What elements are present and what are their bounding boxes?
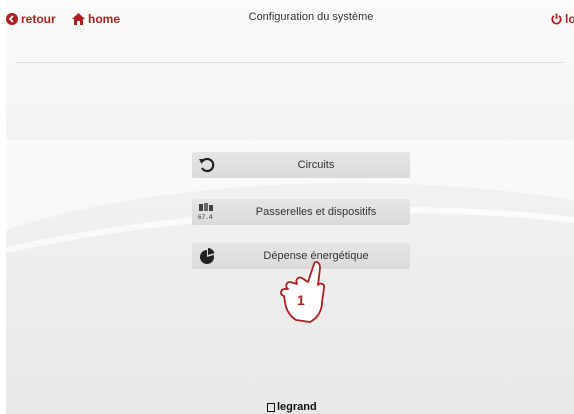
home-button[interactable]: home — [72, 11, 120, 27]
screen: retour home Configuration du système log… — [6, 0, 574, 414]
logout-label: logou — [565, 12, 574, 26]
gateways-devices-label: Passerelles et dispositifs — [255, 206, 377, 218]
device-readout: 67.4 — [198, 214, 213, 221]
pie-chart-icon — [200, 248, 215, 264]
logo-square-icon — [267, 402, 275, 412]
back-label: retour — [21, 12, 56, 26]
circuits-button[interactable]: Circuits — [192, 152, 410, 178]
back-arrow-icon — [6, 13, 18, 25]
logo-text: legrand — [277, 401, 317, 413]
logout-button[interactable]: logou — [551, 11, 574, 27]
gateways-devices-button[interactable]: 67.4 Passerelles et dispositifs — [192, 199, 410, 225]
top-bar: retour home Configuration du système log… — [6, 0, 574, 40]
home-icon — [72, 13, 85, 25]
pointing-hand-icon: 1 — [280, 261, 326, 323]
power-icon — [551, 13, 562, 25]
gateway-device-icon: 67.4 — [198, 203, 213, 221]
circuits-label: Circuits — [297, 159, 335, 171]
legrand-logo: legrand — [267, 400, 317, 414]
step-number: 1 — [297, 292, 305, 308]
page-title: Configuration du système — [248, 11, 374, 23]
home-label: home — [88, 12, 121, 26]
back-button[interactable]: retour — [6, 11, 56, 27]
circular-arrow-icon — [199, 157, 215, 173]
header-divider — [16, 62, 564, 63]
